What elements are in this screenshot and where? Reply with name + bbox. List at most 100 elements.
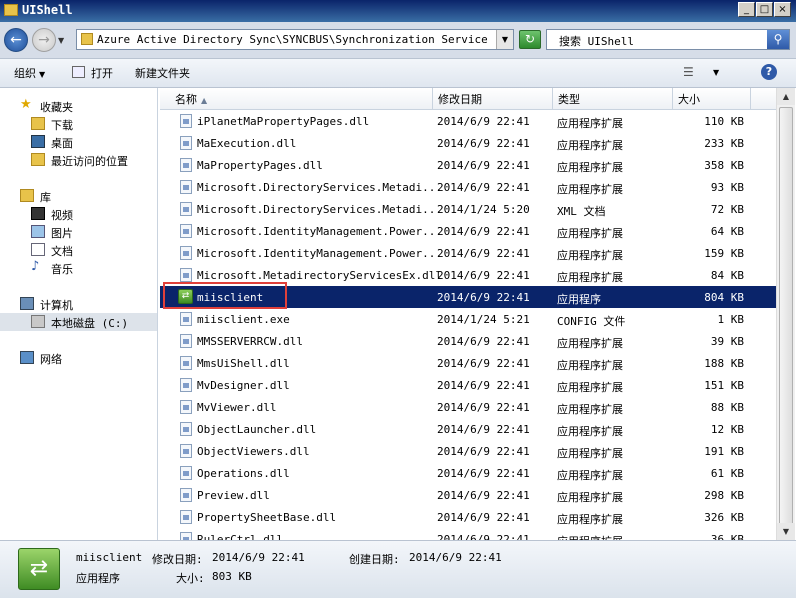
open-button[interactable]: 打开 [72, 65, 113, 81]
scrollbar-thumb[interactable] [779, 107, 793, 525]
nav-music[interactable]: ♪ 音乐 [0, 259, 157, 277]
column-header-type[interactable]: 类型 [553, 88, 673, 109]
table-row[interactable]: Preview.dll 2014/6/9 22:41 应用程序扩展 298 KB [160, 484, 776, 506]
help-icon[interactable]: ? [761, 64, 777, 80]
scroll-down-icon[interactable]: ▼ [777, 523, 795, 540]
file-date: 2014/6/9 22:41 [437, 115, 530, 128]
command-bar: 组织 ▼ 打开 新建文件夹 ☰ ▼ ? [0, 59, 796, 136]
table-row[interactable]: ObjectViewers.dll 2014/6/9 22:41 应用程序扩展 191… [160, 440, 776, 462]
nav-desktop[interactable]: 桌面 [0, 133, 157, 151]
nav-libraries-label: 库 [40, 191, 51, 204]
nav-downloads[interactable]: 下载 [0, 115, 157, 133]
nav-pictures[interactable]: 图片 [0, 223, 157, 241]
forward-button[interactable]: → [32, 28, 56, 52]
file-size: 39 KB [710, 335, 744, 348]
file-icon [180, 444, 192, 458]
details-pane: ⇄ miisclient 修改日期: 2014/6/9 22:41 创建日期: … [0, 540, 796, 598]
nav-documents-label: 文档 [51, 245, 73, 258]
nav-computer-label: 计算机 [40, 299, 73, 312]
file-type: XML 文档 [557, 205, 606, 218]
file-icon [180, 532, 192, 540]
table-row[interactable]: Microsoft.IdentityManagement.Power... 201… [160, 242, 776, 264]
file-type: 应用程序扩展 [557, 533, 623, 540]
history-dropdown-icon[interactable]: ▼ [58, 36, 64, 45]
file-name: MvDesigner.dll [197, 379, 290, 392]
file-icon [180, 268, 192, 282]
nav-favorites-label: 收藏夹 [40, 101, 73, 114]
folder-icon [81, 33, 93, 45]
table-row[interactable]: RulerCtrl.dll 2014/6/9 22:41 应用程序扩展 36 KB [160, 528, 776, 540]
address-path[interactable]: Azure Active Directory Sync\SYNCBUS\Sync… [97, 33, 487, 46]
file-size: 36 KB [710, 533, 744, 540]
nav-recent[interactable]: 最近访问的位置 [0, 151, 157, 169]
file-name: MaPropertyPages.dll [197, 159, 323, 172]
highlight-annotation [163, 282, 287, 309]
file-date: 2014/6/9 22:41 [437, 401, 530, 414]
table-row[interactable]: MmsUiShell.dll 2014/6/9 22:41 应用程序扩展 188 KB [160, 352, 776, 374]
file-icon [180, 422, 192, 436]
minimize-button[interactable]: _ [738, 2, 755, 17]
view-dropdown-icon[interactable]: ▼ [710, 65, 719, 78]
vertical-scrollbar[interactable]: ▲ ▼ [776, 88, 795, 540]
scroll-up-icon[interactable]: ▲ [777, 88, 795, 105]
nav-documents[interactable]: 文档 [0, 241, 157, 259]
table-row[interactable]: MvDesigner.dll 2014/6/9 22:41 应用程序扩展 151 KB [160, 374, 776, 396]
folder-icon [4, 4, 18, 16]
file-type: 应用程序扩展 [557, 491, 623, 504]
column-header-size[interactable]: 大小 [673, 88, 751, 109]
title-bar[interactable]: UIShell _ □ × [0, 0, 796, 22]
file-date: 2014/1/24 5:21 [437, 313, 530, 326]
file-size: 326 KB [704, 511, 744, 524]
file-type: 应用程序 [557, 293, 601, 306]
details-created-label: 创建日期: [349, 553, 400, 566]
window-title: UIShell [22, 3, 73, 17]
organize-button[interactable]: 组织 ▼ [14, 65, 45, 81]
file-date: 2014/1/24 5:20 [437, 203, 530, 216]
address-dropdown-icon[interactable]: ▼ [496, 30, 513, 49]
file-icon [180, 114, 192, 128]
close-button[interactable]: × [774, 2, 791, 17]
search-icon[interactable]: ⚲ [767, 30, 789, 49]
nav-network[interactable]: 网络 [0, 349, 157, 367]
file-type: 应用程序扩展 [557, 381, 623, 394]
table-row[interactable]: MvViewer.dll 2014/6/9 22:41 应用程序扩展 88 KB [160, 396, 776, 418]
maximize-button[interactable]: □ [756, 2, 773, 17]
file-type: 应用程序扩展 [557, 425, 623, 438]
file-size: 84 KB [710, 269, 744, 282]
nav-local-disk[interactable]: 本地磁盘 (C:) [0, 313, 157, 331]
nav-libraries[interactable]: 库 [0, 187, 157, 205]
back-button[interactable]: ← [4, 28, 28, 52]
address-bar[interactable]: Azure Active Directory Sync\SYNCBUS\Sync… [76, 29, 514, 50]
table-row[interactable]: Microsoft.DirectoryServices.Metadi... 201… [160, 198, 776, 220]
file-name: Microsoft.IdentityManagement.Power... [197, 225, 443, 238]
nav-computer[interactable]: 计算机 [0, 295, 157, 313]
table-row[interactable]: miisclient.exe 2014/1/24 5:21 CONFIG 文件 1 K… [160, 308, 776, 330]
table-row[interactable]: ObjectLauncher.dll 2014/6/9 22:41 应用程序扩展 12… [160, 418, 776, 440]
file-size: 298 KB [704, 489, 744, 502]
file-date: 2014/6/9 22:41 [437, 511, 530, 524]
drive-icon [31, 315, 45, 328]
search-input[interactable]: 搜索 UIShell ⚲ [546, 29, 790, 50]
recent-places-icon [31, 153, 45, 166]
nav-videos[interactable]: 视频 [0, 205, 157, 223]
table-row[interactable]: MMSSERVERRCW.dll 2014/6/9 22:41 应用程序扩展 39 K… [160, 330, 776, 352]
nav-favorites[interactable]: ★ 收藏夹 [0, 97, 157, 115]
file-type: CONFIG 文件 [557, 315, 626, 328]
table-row[interactable]: Microsoft.IdentityManagement.Power... 201… [160, 220, 776, 242]
new-folder-button[interactable]: 新建文件夹 [135, 65, 190, 81]
refresh-button[interactable]: ↻ [519, 30, 541, 49]
view-options-icon[interactable]: ☰ [683, 65, 694, 79]
table-row[interactable]: MaPropertyPages.dll 2014/6/9 22:41 应用程序扩展 3… [160, 154, 776, 176]
file-icon [180, 400, 192, 414]
table-row[interactable]: Operations.dll 2014/6/9 22:41 应用程序扩展 61 KB [160, 462, 776, 484]
column-header-date[interactable]: 修改日期 [433, 88, 553, 109]
chevron-down-icon: ▼ [39, 70, 46, 79]
file-size: 233 KB [704, 137, 744, 150]
table-row[interactable]: Microsoft.DirectoryServices.Metadi... 201… [160, 176, 776, 198]
file-icon [180, 312, 192, 326]
table-row[interactable]: iPlanetMaPropertyPages.dll 2014/6/9 22:41… [160, 110, 776, 132]
column-header-name[interactable]: 名称 ▲ [170, 88, 433, 109]
table-row[interactable]: MaExecution.dll 2014/6/9 22:41 应用程序扩展 233 K… [160, 132, 776, 154]
table-row[interactable]: PropertySheetBase.dll 2014/6/9 22:41 应用程序扩… [160, 506, 776, 528]
file-size: 358 KB [704, 159, 744, 172]
